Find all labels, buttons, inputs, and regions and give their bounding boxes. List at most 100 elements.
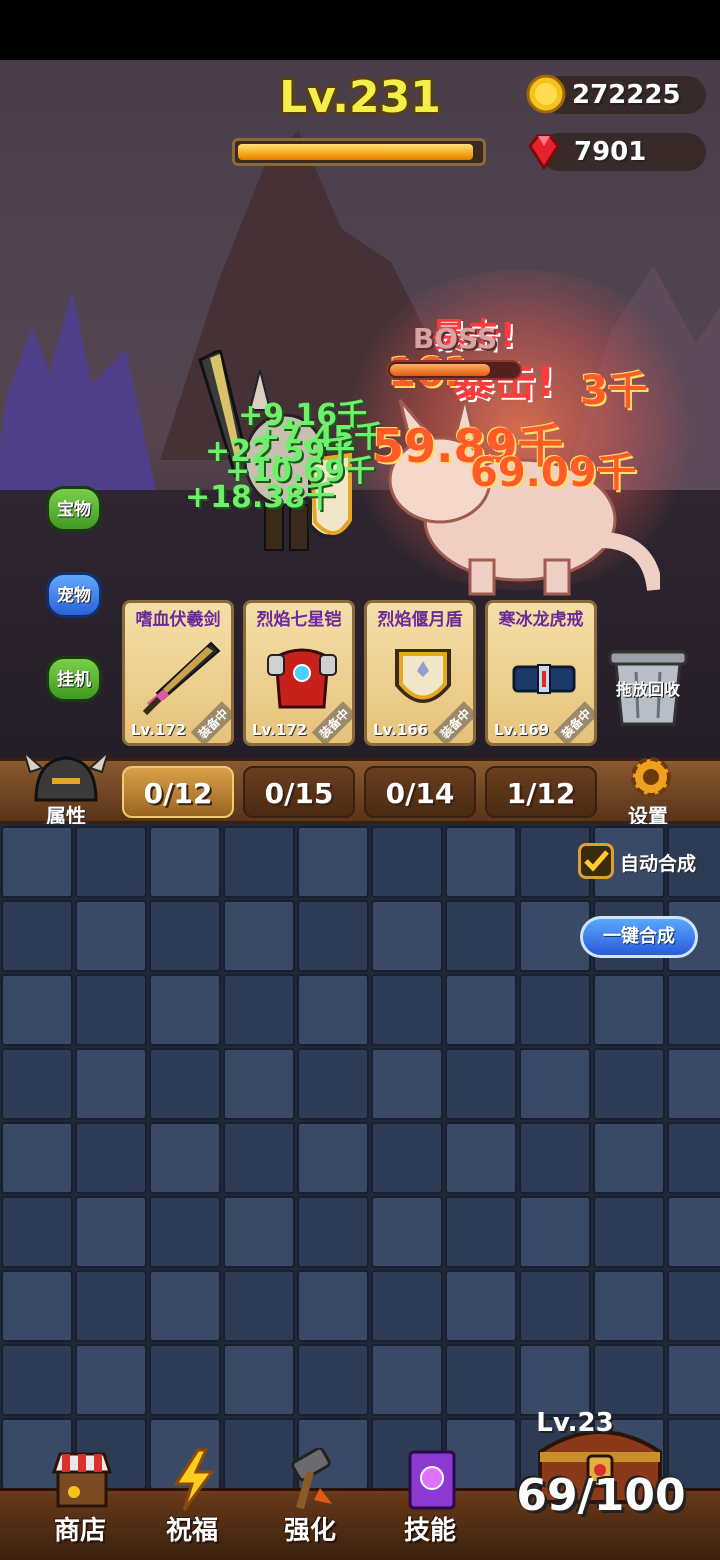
board-tile[interactable] <box>593 974 665 1046</box>
board-tile[interactable] <box>1 1270 73 1342</box>
board-tile[interactable] <box>149 826 221 898</box>
board-tile[interactable] <box>75 826 147 898</box>
board-tile[interactable] <box>149 1122 221 1194</box>
board-tile[interactable] <box>371 900 443 972</box>
board-tile[interactable] <box>519 1270 591 1342</box>
board-tile[interactable] <box>1 1048 73 1120</box>
equipment-level: Lv.172 <box>252 721 308 739</box>
equipment-name: 烈焰偃月盾 <box>377 610 463 630</box>
board-tile[interactable] <box>593 1122 665 1194</box>
board-tile[interactable] <box>593 1196 665 1268</box>
board-tile[interactable] <box>149 900 221 972</box>
board-tile[interactable] <box>519 1048 591 1120</box>
board-tile[interactable] <box>593 1270 665 1342</box>
board-tile[interactable] <box>149 974 221 1046</box>
nav-enhance[interactable]: 强化 <box>260 1448 360 1558</box>
board-tile[interactable] <box>593 1048 665 1120</box>
board-tile[interactable] <box>1 900 73 972</box>
board-tile[interactable] <box>223 1270 295 1342</box>
board-tile[interactable] <box>371 1196 443 1268</box>
board-tile[interactable] <box>519 974 591 1046</box>
board-tile[interactable] <box>371 1270 443 1342</box>
board-tile[interactable] <box>371 1122 443 1194</box>
board-tile[interactable] <box>75 1344 147 1416</box>
board-tile[interactable] <box>445 826 517 898</box>
board-tile[interactable] <box>149 1270 221 1342</box>
nav-shop[interactable]: 商店 <box>30 1448 130 1558</box>
board-tile[interactable] <box>667 1196 720 1268</box>
board-tile[interactable] <box>1 1122 73 1194</box>
equipment-card-shield[interactable]: 烈焰偃月盾 Lv.166 装备中 <box>364 600 476 746</box>
board-tile[interactable] <box>223 900 295 972</box>
board-tile[interactable] <box>223 1048 295 1120</box>
board-tile[interactable] <box>371 1048 443 1120</box>
board-tile[interactable] <box>223 974 295 1046</box>
tab-ring[interactable]: 1/12 <box>485 766 597 818</box>
one-click-merge-button[interactable]: 一键合成 <box>580 916 698 958</box>
board-tile[interactable] <box>445 1270 517 1342</box>
checkmark-icon <box>584 850 609 872</box>
equipment-card-sword[interactable]: 嗜血伏羲剑 Lv.172 装备中 <box>122 600 234 746</box>
board-tile[interactable] <box>1 1344 73 1416</box>
board-tile[interactable] <box>297 1048 369 1120</box>
board-tile[interactable] <box>667 1122 720 1194</box>
board-tile[interactable] <box>371 974 443 1046</box>
shield-icon <box>395 649 451 703</box>
board-tile[interactable] <box>1 1196 73 1268</box>
board-tile[interactable] <box>223 826 295 898</box>
boss-label: BOSS <box>412 322 498 355</box>
board-tile[interactable] <box>75 1270 147 1342</box>
board-tile[interactable] <box>445 1122 517 1194</box>
board-tile[interactable] <box>445 900 517 972</box>
nav-shop-label: 商店 <box>53 1516 106 1546</box>
board-tile[interactable] <box>297 1196 369 1268</box>
board-tile[interactable] <box>75 1196 147 1268</box>
board-tile[interactable] <box>149 1344 221 1416</box>
tab-weapon[interactable]: 0/12 <box>122 766 234 818</box>
board-tile[interactable] <box>445 1196 517 1268</box>
hammer-icon <box>291 1448 332 1510</box>
board-tile[interactable] <box>667 1344 720 1416</box>
gold-amount: 272225 <box>572 80 681 110</box>
nav-skills[interactable]: 技能 <box>380 1448 480 1558</box>
board-tile[interactable] <box>667 1270 720 1342</box>
board-tile[interactable] <box>297 1122 369 1194</box>
board-tile[interactable] <box>297 826 369 898</box>
board-tile[interactable] <box>667 1048 720 1120</box>
board-tile[interactable] <box>297 1270 369 1342</box>
tab-shield[interactable]: 0/14 <box>364 766 476 818</box>
board-tile[interactable] <box>519 1196 591 1268</box>
board-tile[interactable] <box>223 1344 295 1416</box>
board-tile[interactable] <box>1 974 73 1046</box>
nav-blessing[interactable]: 祝福 <box>142 1448 242 1558</box>
board-tile[interactable] <box>75 1122 147 1194</box>
board-tile[interactable] <box>297 974 369 1046</box>
equipment-card-armor[interactable]: 烈焰七星铠 Lv.172 装备中 <box>243 600 355 746</box>
board-tile[interactable] <box>223 1122 295 1194</box>
board-tile[interactable] <box>149 1048 221 1120</box>
board-tile[interactable] <box>223 1196 295 1268</box>
board-tile[interactable] <box>519 1344 591 1416</box>
board-tile[interactable] <box>519 1122 591 1194</box>
pet-button[interactable]: 宠物 <box>46 572 102 618</box>
treasure-button[interactable]: 宝物 <box>46 486 102 532</box>
idle-button[interactable]: 挂机 <box>46 656 102 702</box>
board-tile[interactable] <box>445 1344 517 1416</box>
board-tile[interactable] <box>75 1048 147 1120</box>
board-tile[interactable] <box>297 900 369 972</box>
auto-merge-checkbox[interactable] <box>578 843 614 879</box>
board-tile[interactable] <box>445 974 517 1046</box>
board-tile[interactable] <box>75 974 147 1046</box>
board-tile[interactable] <box>371 1344 443 1416</box>
board-tile[interactable] <box>593 1344 665 1416</box>
tab-armor[interactable]: 0/15 <box>243 766 355 818</box>
equipment-card-ring[interactable]: 寒冰龙虎戒 Lv.169 装备中 <box>485 600 597 746</box>
board-tile[interactable] <box>445 1048 517 1120</box>
gear-icon[interactable] <box>624 752 678 802</box>
board-tile[interactable] <box>1 826 73 898</box>
board-tile[interactable] <box>667 974 720 1046</box>
board-tile[interactable] <box>371 826 443 898</box>
board-tile[interactable] <box>149 1196 221 1268</box>
board-tile[interactable] <box>297 1344 369 1416</box>
board-tile[interactable] <box>75 900 147 972</box>
